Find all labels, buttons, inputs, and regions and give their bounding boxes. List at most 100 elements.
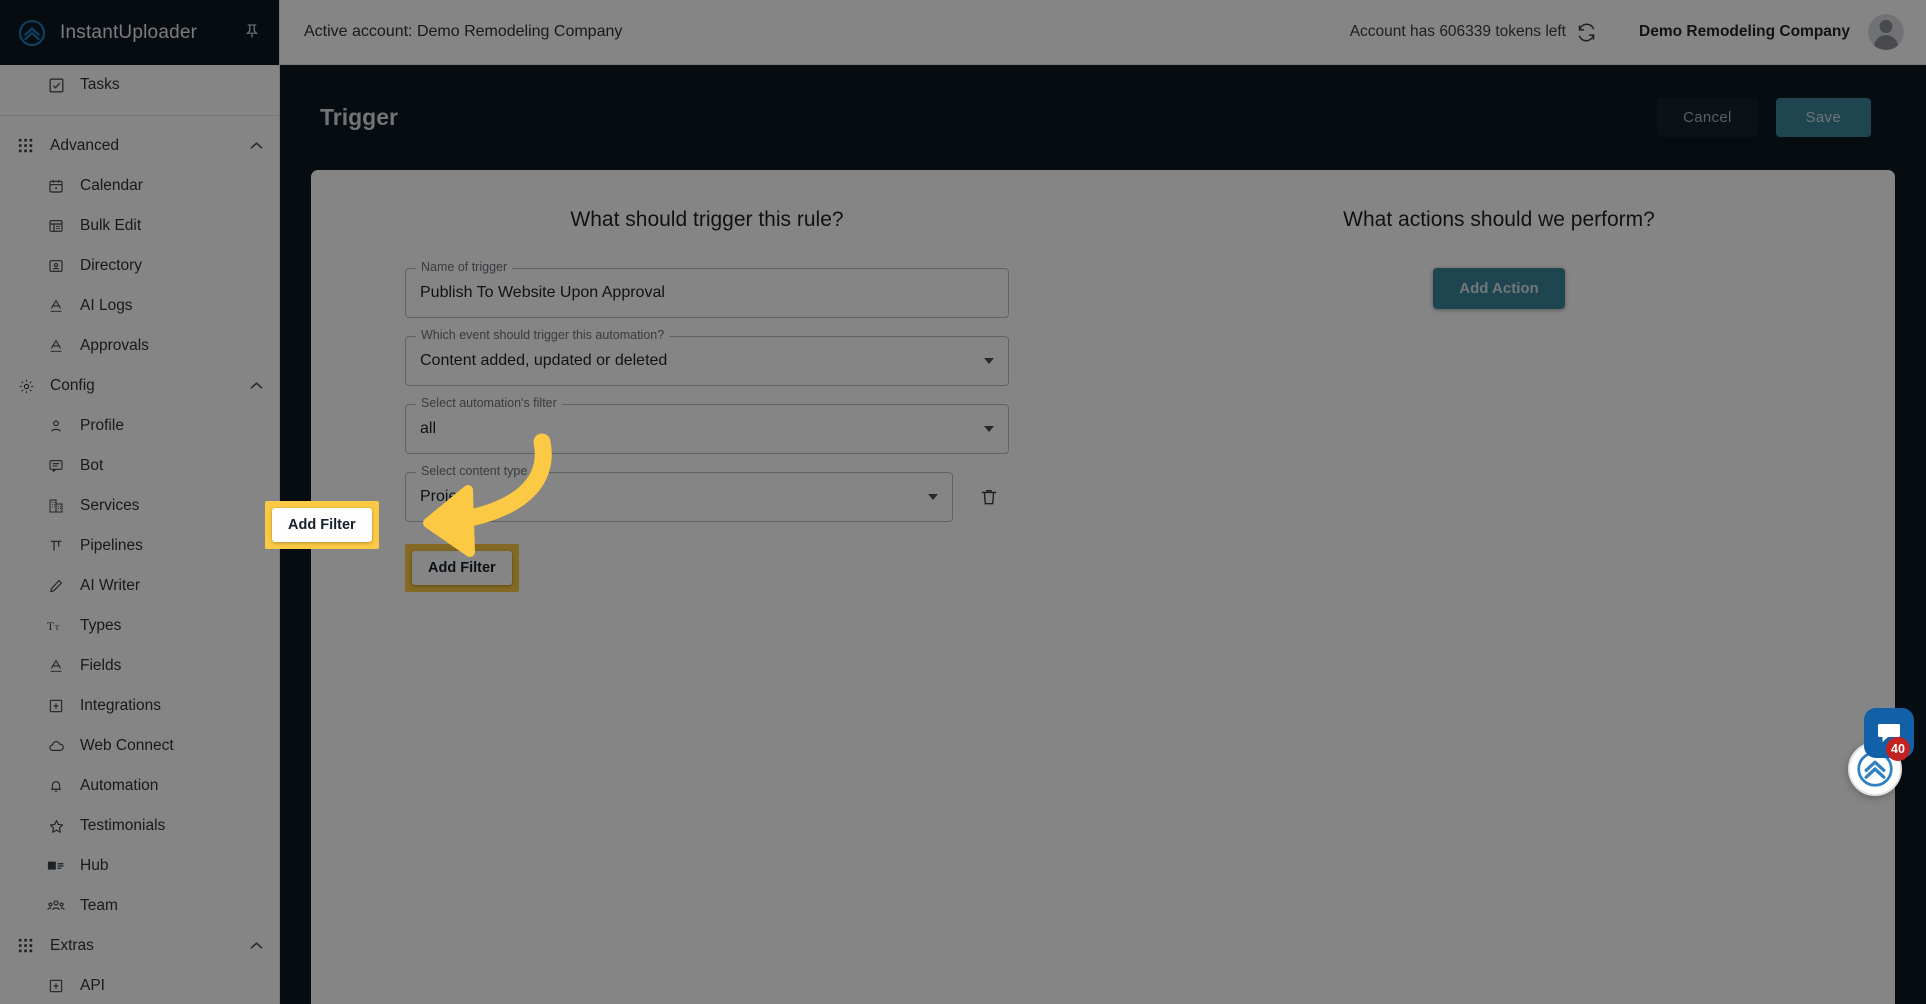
content-type-select[interactable]: Select content type Project: [405, 465, 953, 522]
sidebar-item-types[interactable]: T T Types: [0, 606, 279, 646]
sidebar-item-label: Bot: [80, 457, 104, 474]
sidebar-item-hub[interactable]: Hub: [0, 846, 279, 886]
person-icon: [46, 416, 66, 436]
font-underline-icon: [46, 656, 66, 676]
sidebar-group-extras[interactable]: Extras: [0, 926, 279, 966]
sidebar-item-label: Fields: [80, 657, 122, 674]
trigger-event-value: Content added, updated or deleted: [420, 352, 668, 369]
sidebar-item-web-connect[interactable]: Web Connect: [0, 726, 279, 766]
sidebar-item-label: Bulk Edit: [80, 217, 142, 234]
sidebar-item-directory[interactable]: Directory: [0, 246, 279, 286]
sidebar-item-label: Automation: [80, 777, 159, 794]
page-panel: Trigger Cancel Save What should trigger …: [280, 65, 1926, 1004]
sidebar-item-label: Directory: [80, 257, 143, 274]
chevron-down-icon: [984, 358, 994, 364]
automation-filter-select[interactable]: Select automation's filter all: [405, 397, 1009, 454]
avatar[interactable]: [1868, 14, 1904, 50]
save-button[interactable]: Save: [1775, 98, 1871, 137]
trash-icon[interactable]: [969, 475, 1009, 519]
gear-icon: [16, 376, 36, 396]
sidebar-group-advanced[interactable]: Advanced: [0, 126, 279, 166]
sidebar-item-fields[interactable]: Fields: [0, 646, 279, 686]
plus-box-icon: [46, 976, 66, 996]
trigger-column: What should trigger this rule? Name of t…: [311, 208, 1103, 1004]
bell-icon: [46, 776, 66, 796]
sidebar-item-label: AI Writer: [80, 577, 140, 594]
svg-text:T: T: [47, 621, 54, 633]
sidebar-item-team[interactable]: Team: [0, 886, 279, 926]
sidebar-item-calendar[interactable]: Calendar: [0, 166, 279, 206]
trigger-name-field[interactable]: Name of trigger Publish To Website Upon …: [405, 261, 1009, 318]
checkbox-icon: [46, 75, 66, 95]
sidebar-item-label: Team: [80, 897, 118, 914]
trigger-name-label: Name of trigger: [416, 261, 513, 274]
sidebar-item-label: Web Connect: [80, 737, 174, 754]
sidebar-item-label: AI Logs: [80, 297, 133, 314]
content-type-row: Select content type Project: [405, 465, 1009, 540]
content-type-value: Project: [420, 488, 470, 505]
sidebar-item-label: Approvals: [80, 337, 149, 354]
sidebar-item-label: Tasks: [80, 76, 120, 93]
sidebar-item-label: Hub: [80, 857, 109, 874]
sidebar-item-testimonials[interactable]: Testimonials: [0, 806, 279, 846]
sidebar-group-config[interactable]: Config: [0, 366, 279, 406]
automation-filter-label: Select automation's filter: [416, 397, 562, 410]
cloud-icon: [46, 736, 66, 756]
topbar-right: Account has 606339 tokens left Demo Remo…: [1350, 14, 1904, 50]
sidebar-item-services[interactable]: Services: [0, 486, 279, 526]
brand-name: InstantUploader: [60, 21, 198, 43]
avatar-head: [1879, 20, 1893, 33]
sidebar-item-bot[interactable]: Bot: [0, 446, 279, 486]
active-account-label: Active account: Demo Remodeling Company: [304, 23, 623, 40]
chevron-down-icon: [984, 426, 994, 432]
sidebar-group-label: Extras: [50, 937, 94, 954]
app-root: InstantUploader Tasks Advanced Calendar …: [0, 0, 1926, 1004]
chevrons-up-circle-icon: [18, 19, 46, 47]
pin-icon[interactable]: [243, 22, 261, 44]
account-name[interactable]: Demo Remodeling Company: [1639, 23, 1850, 41]
chevron-up-icon: [250, 140, 263, 152]
pencil-icon: [46, 576, 66, 596]
sidebar-item-ai-writer[interactable]: AI Writer: [0, 566, 279, 606]
sidebar-item-label: Types: [80, 617, 122, 634]
chevron-up-icon: [250, 380, 263, 392]
sidebar-item-label: Profile: [80, 417, 124, 434]
trigger-event-select[interactable]: Which event should trigger this automati…: [405, 329, 1009, 386]
trigger-column-heading: What should trigger this rule?: [570, 208, 844, 231]
trigger-name-value: Publish To Website Upon Approval: [420, 284, 665, 301]
table-list-icon: [46, 216, 66, 236]
font-underline-icon: [46, 296, 66, 316]
sidebar-group-label: Config: [50, 377, 95, 394]
sidebar-item-integrations[interactable]: Integrations: [0, 686, 279, 726]
cancel-button[interactable]: Cancel: [1657, 98, 1758, 137]
id-card-icon: [46, 256, 66, 276]
font-underline-icon: [46, 336, 66, 356]
sidebar-item-label: Pipelines: [80, 537, 143, 554]
sidebar-divider: [0, 115, 279, 116]
refresh-icon[interactable]: [1576, 22, 1597, 43]
add-action-button[interactable]: Add Action: [1433, 268, 1565, 309]
building-icon: [46, 496, 66, 516]
pipeline-icon: [46, 536, 66, 556]
automation-card: What should trigger this rule? Name of t…: [311, 170, 1895, 1004]
sidebar-item-profile[interactable]: Profile: [0, 406, 279, 446]
token-count: Account has 606339 tokens left: [1350, 22, 1597, 43]
page-header: Trigger Cancel Save: [280, 65, 1926, 170]
add-filter-button[interactable]: Add Filter: [412, 551, 512, 585]
chevron-down-icon: [928, 494, 938, 500]
token-count-label: Account has 606339 tokens left: [1349, 23, 1566, 40]
sidebar-brand: InstantUploader: [0, 0, 279, 65]
sidebar-item-label: Services: [80, 497, 140, 514]
sidebar-item-automation[interactable]: Automation: [0, 766, 279, 806]
sidebar-item-tasks[interactable]: Tasks: [0, 65, 279, 105]
trigger-event-label: Which event should trigger this automati…: [416, 329, 670, 342]
avatar-body: [1874, 35, 1898, 50]
card-text-icon: [46, 856, 66, 876]
sidebar-item-api[interactable]: API: [0, 966, 279, 1004]
sidebar-item-bulk-edit[interactable]: Bulk Edit: [0, 206, 279, 246]
trigger-form: Name of trigger Publish To Website Upon …: [405, 261, 1009, 592]
sidebar-item-approvals[interactable]: Approvals: [0, 326, 279, 366]
calendar-icon: [46, 176, 66, 196]
sidebar-item-pipelines[interactable]: Pipelines: [0, 526, 279, 566]
sidebar-item-ai-logs[interactable]: AI Logs: [0, 286, 279, 326]
